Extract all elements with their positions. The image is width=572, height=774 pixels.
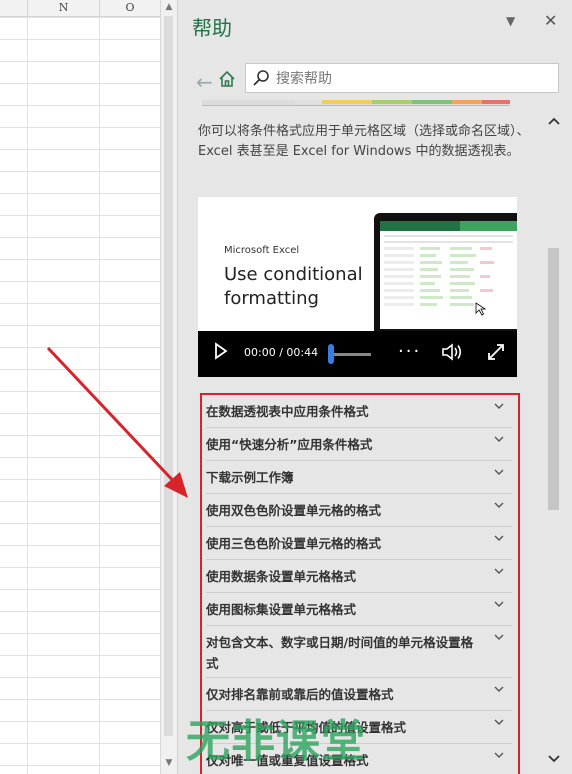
- chevron-down-icon[interactable]: ▼: [506, 14, 515, 28]
- column-header-m[interactable]: [0, 0, 28, 16]
- video-brand: Microsoft Excel: [224, 245, 300, 256]
- scroll-down-icon[interactable]: [547, 754, 561, 764]
- chevron-down-icon[interactable]: [494, 632, 504, 642]
- volume-icon[interactable]: [441, 342, 463, 362]
- chevron-down-icon[interactable]: [494, 434, 504, 444]
- accordion-item[interactable]: 对包含文本、数字或日期/时间值的单元格设置格式: [206, 626, 512, 678]
- chevron-down-icon[interactable]: [494, 717, 504, 727]
- scroll-up-icon[interactable]: ▲: [164, 2, 174, 12]
- accordion-item-label: 使用“快速分析”应用条件格式: [206, 437, 373, 452]
- accordion-item-label: 使用图标集设置单元格格式: [206, 602, 357, 617]
- accordion-item-label: 对包含文本、数字或日期/时间值的单元格设置格式: [206, 635, 474, 671]
- video-controls: 00:00 / 00:44 ···: [198, 331, 517, 377]
- video-thumbnail[interactable]: Microsoft Excel Use conditional formatti…: [198, 197, 517, 333]
- help-pane: 帮助 ▼ ✕ ← 你可以将条件格式应用于单元格区域（选择或命名区域）、Excel…: [177, 0, 572, 774]
- column-header-n[interactable]: N: [28, 0, 100, 16]
- accordion-item[interactable]: 下载示例工作簿: [206, 461, 512, 494]
- search-input[interactable]: [274, 69, 548, 89]
- sheet-vertical-scrollbar[interactable]: ▲ ▼: [160, 0, 177, 774]
- video-progress-track[interactable]: [331, 353, 371, 356]
- accordion-item[interactable]: 使用三色色阶设置单元格的格式: [206, 527, 512, 560]
- chevron-down-icon[interactable]: [494, 401, 504, 411]
- help-pane-title: 帮助: [192, 16, 232, 40]
- search-box[interactable]: [245, 63, 559, 93]
- play-icon[interactable]: [214, 342, 228, 360]
- accordion-item[interactable]: 使用图标集设置单元格格式: [206, 593, 512, 626]
- watermark: 无非课堂: [186, 716, 366, 767]
- color-scale-image: [202, 100, 510, 106]
- chevron-down-icon[interactable]: [494, 566, 504, 576]
- accordion-item-label: 使用双色色阶设置单元格的格式: [206, 503, 382, 518]
- accordion-item[interactable]: 使用双色色阶设置单元格的格式: [206, 494, 512, 527]
- search-icon: [253, 70, 269, 86]
- video-title: Use conditional formatting: [224, 264, 363, 309]
- scrollbar-thumb[interactable]: [548, 248, 559, 510]
- help-pane-scrollbar[interactable]: [546, 100, 562, 770]
- accordion-item-label: 使用数据条设置单元格格式: [206, 569, 357, 584]
- scroll-down-icon[interactable]: ▼: [164, 758, 174, 768]
- accordion-item-label: 仅对排名靠前或靠后的值设置格式: [206, 687, 394, 702]
- video-progress-handle[interactable]: [328, 344, 334, 364]
- chevron-down-icon[interactable]: [494, 533, 504, 543]
- video-time: 00:00 / 00:44: [244, 346, 319, 359]
- help-article: 你可以将条件格式应用于单元格区域（选择或命名区域）、Excel 表甚至是 Exc…: [198, 98, 538, 774]
- accordion-item-label: 使用三色色阶设置单元格的格式: [206, 536, 382, 551]
- chevron-down-icon[interactable]: [494, 684, 504, 694]
- home-icon[interactable]: [218, 70, 236, 88]
- chevron-down-icon[interactable]: [494, 599, 504, 609]
- spreadsheet-grid[interactable]: N O: [0, 0, 160, 774]
- close-icon[interactable]: ✕: [544, 11, 557, 30]
- column-header-bar: N O: [0, 0, 160, 17]
- chevron-down-icon[interactable]: [494, 500, 504, 510]
- video-player[interactable]: Microsoft Excel Use conditional formatti…: [198, 197, 517, 377]
- accordion-item[interactable]: 使用“快速分析”应用条件格式: [206, 428, 512, 461]
- column-header-o[interactable]: O: [100, 0, 160, 16]
- grid-divider: [27, 17, 28, 774]
- chevron-down-icon[interactable]: [494, 750, 504, 760]
- scroll-up-icon[interactable]: [547, 116, 561, 126]
- fullscreen-icon[interactable]: [486, 342, 506, 362]
- spreadsheet-preview-image: [380, 221, 517, 329]
- accordion-item-label: 在数据透视表中应用条件格式: [206, 404, 369, 419]
- more-options-icon[interactable]: ···: [398, 341, 421, 362]
- laptop-image: [374, 213, 517, 333]
- chevron-down-icon[interactable]: [494, 467, 504, 477]
- back-arrow-icon[interactable]: ←: [196, 70, 213, 94]
- scrollbar-thumb[interactable]: [164, 16, 173, 736]
- grid-divider: [99, 17, 100, 774]
- accordion-item[interactable]: 在数据透视表中应用条件格式: [206, 395, 512, 428]
- accordion-item-label: 下载示例工作簿: [206, 470, 294, 485]
- cell-grid[interactable]: [0, 17, 160, 774]
- article-description: 你可以将条件格式应用于单元格区域（选择或命名区域）、Excel 表甚至是 Exc…: [198, 124, 530, 159]
- accordion-item[interactable]: 使用数据条设置单元格格式: [206, 560, 512, 593]
